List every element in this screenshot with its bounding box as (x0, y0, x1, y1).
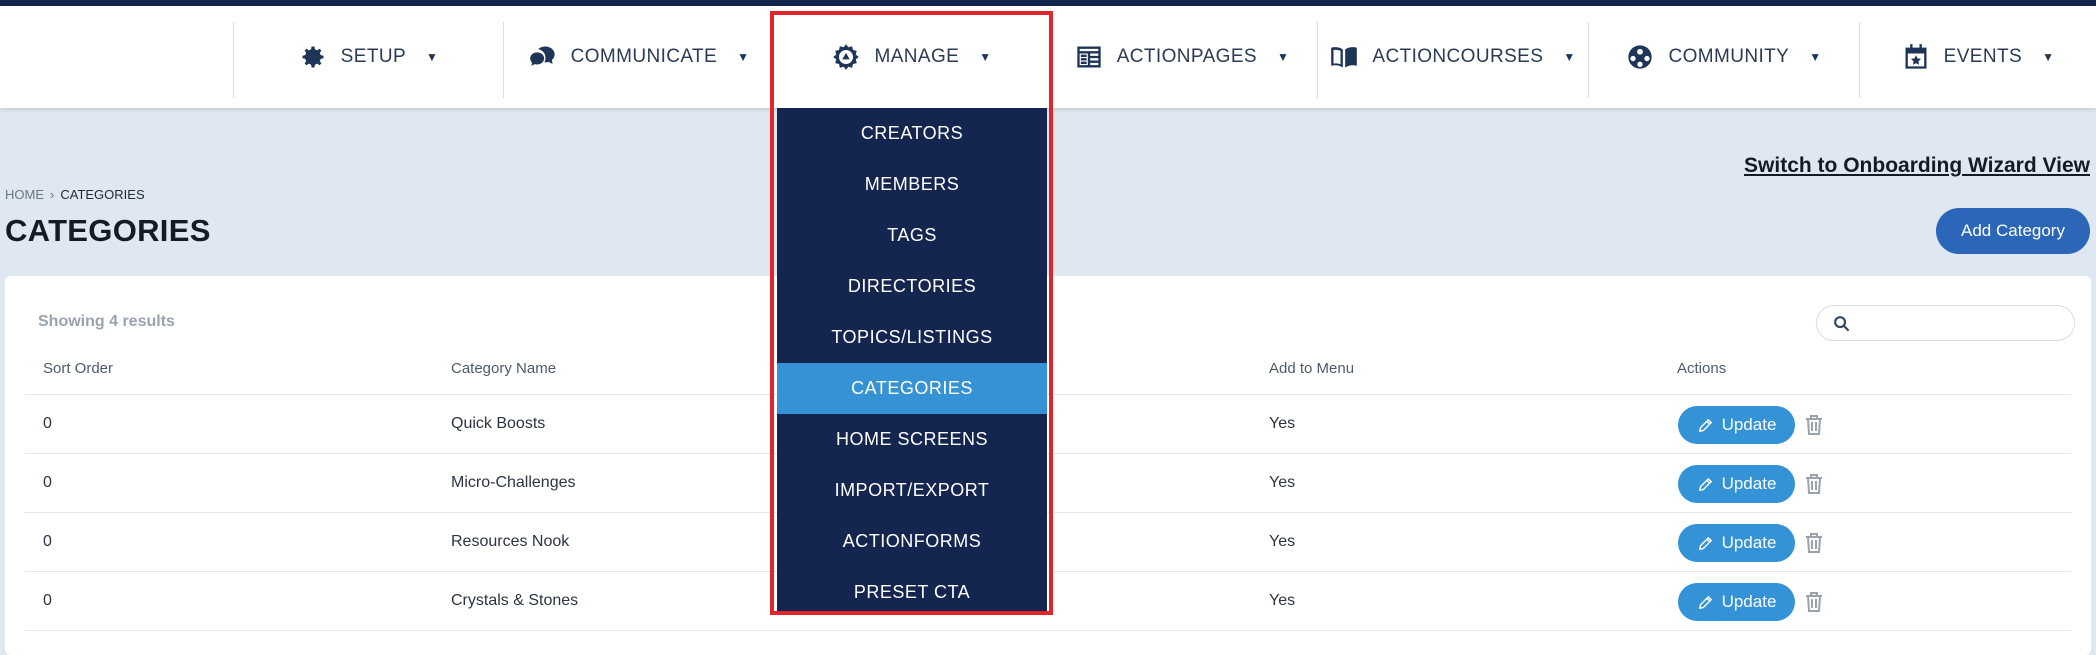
row-divider (25, 571, 2071, 572)
top-navigation: SETUP ▼ COMMUNICATE ▼ ACTIONPAGES ▼ ACTI… (0, 6, 2096, 108)
chat-bubbles-icon (529, 46, 555, 66)
update-label: Update (1721, 415, 1777, 434)
row-divider (25, 512, 2071, 513)
row-sort-order: 0 (43, 415, 52, 432)
row-divider (25, 453, 2071, 454)
page-layout-icon (1077, 46, 1101, 68)
manage-gear-icon (833, 44, 860, 70)
column-header-category-name[interactable]: Category Name (451, 360, 556, 377)
update-button[interactable]: Update (1678, 465, 1795, 503)
caret-down-icon: ▼ (2042, 50, 2055, 64)
categories-table-panel: Showing 4 results Sort Order Category Na… (5, 276, 2091, 655)
nav-events[interactable]: EVENTS ▼ (1860, 6, 2096, 108)
menu-item-directories[interactable]: DIRECTORIES (777, 261, 1047, 312)
caret-down-icon: ▼ (426, 50, 439, 64)
update-label: Update (1721, 474, 1777, 493)
menu-item-home-screens[interactable]: HOME SCREENS (777, 414, 1047, 465)
nav-label: ACTIONPAGES (1116, 46, 1257, 67)
breadcrumb: HOME › CATEGORIES (5, 187, 145, 202)
row-category-name: Micro-Challenges (451, 474, 576, 491)
pencil-icon (1698, 536, 1712, 550)
page-title: CATEGORIES (5, 213, 211, 248)
results-count: Showing 4 results (38, 313, 175, 330)
chevron-right-icon: › (50, 187, 55, 202)
menu-item-tags[interactable]: TAGS (777, 210, 1047, 261)
nav-manage-label-group: MANAGE ▼ (777, 6, 1047, 108)
header-divider (25, 394, 2071, 395)
manage-dropdown-menu: CREATORS MEMBERS TAGS DIRECTORIES TOPICS… (777, 108, 1047, 613)
pencil-icon (1698, 418, 1712, 432)
nav-label: EVENTS (1943, 46, 2023, 67)
row-sort-order: 0 (43, 592, 52, 609)
row-sort-order: 0 (43, 533, 52, 550)
update-label: Update (1721, 592, 1777, 611)
community-icon (1628, 45, 1653, 69)
caret-down-icon: ▼ (979, 50, 992, 64)
menu-item-import-export[interactable]: IMPORT/EXPORT (777, 465, 1047, 516)
breadcrumb-current: CATEGORIES (60, 187, 145, 202)
trash-icon[interactable] (1804, 414, 1824, 436)
nav-actioncourses[interactable]: ACTIONCOURSES ▼ (1318, 6, 1588, 108)
update-label: Update (1721, 533, 1777, 552)
nav-manage[interactable]: MANAGE ▼ (777, 6, 1047, 108)
caret-down-icon: ▼ (737, 50, 750, 64)
nav-label: ACTIONCOURSES (1372, 46, 1544, 67)
calendar-star-icon (1905, 44, 1927, 69)
menu-item-members[interactable]: MEMBERS (777, 159, 1047, 210)
add-category-button[interactable]: Add Category (1936, 208, 2090, 254)
row-add-to-menu: Yes (1269, 592, 1296, 609)
nav-label: MANAGE (874, 46, 960, 67)
nav-label: COMMUNICATE (570, 46, 718, 67)
update-button[interactable]: Update (1678, 406, 1795, 444)
open-book-icon (1331, 47, 1358, 68)
menu-item-topics-listings[interactable]: TOPICS/LISTINGS (777, 312, 1047, 363)
column-header-add-to-menu[interactable]: Add to Menu (1269, 360, 1354, 377)
update-button[interactable]: Update (1678, 583, 1795, 621)
search-icon (1834, 316, 1850, 332)
row-divider (25, 630, 2071, 631)
search-input[interactable] (1816, 305, 2075, 341)
trash-icon[interactable] (1804, 473, 1824, 495)
row-add-to-menu: Yes (1269, 415, 1296, 432)
column-header-actions: Actions (1677, 360, 1727, 377)
breadcrumb-home[interactable]: HOME (5, 187, 44, 202)
row-category-name: Quick Boosts (451, 415, 546, 432)
menu-item-actionforms[interactable]: ACTIONFORMS (777, 516, 1047, 567)
update-button[interactable]: Update (1678, 524, 1795, 562)
nav-label: SETUP (340, 46, 407, 67)
nav-community[interactable]: COMMUNITY ▼ (1589, 6, 1859, 108)
row-add-to-menu: Yes (1269, 474, 1296, 491)
nav-label: COMMUNITY (1668, 46, 1790, 67)
caret-down-icon: ▼ (1809, 50, 1822, 64)
nav-setup[interactable]: SETUP ▼ (234, 6, 503, 108)
row-category-name: Crystals & Stones (451, 592, 579, 609)
nav-actionpages[interactable]: ACTIONPAGES ▼ (1047, 6, 1317, 108)
row-sort-order: 0 (43, 474, 52, 491)
menu-item-preset-cta[interactable]: PRESET CTA (777, 567, 1047, 618)
pencil-icon (1698, 595, 1712, 609)
trash-icon[interactable] (1804, 591, 1824, 613)
row-add-to-menu: Yes (1269, 533, 1296, 550)
menu-item-creators[interactable]: CREATORS (777, 108, 1047, 159)
pencil-icon (1698, 477, 1712, 491)
onboarding-wizard-link[interactable]: Switch to Onboarding Wizard View (1744, 154, 2090, 178)
menu-item-categories[interactable]: CATEGORIES (777, 363, 1047, 414)
trash-icon[interactable] (1804, 532, 1824, 554)
nav-communicate[interactable]: COMMUNICATE ▼ (504, 6, 774, 108)
gear-icon (302, 46, 324, 68)
row-category-name: Resources Nook (451, 533, 570, 550)
caret-down-icon: ▼ (1563, 50, 1576, 64)
column-header-sort-order[interactable]: Sort Order (43, 360, 113, 377)
caret-down-icon: ▼ (1276, 50, 1290, 64)
